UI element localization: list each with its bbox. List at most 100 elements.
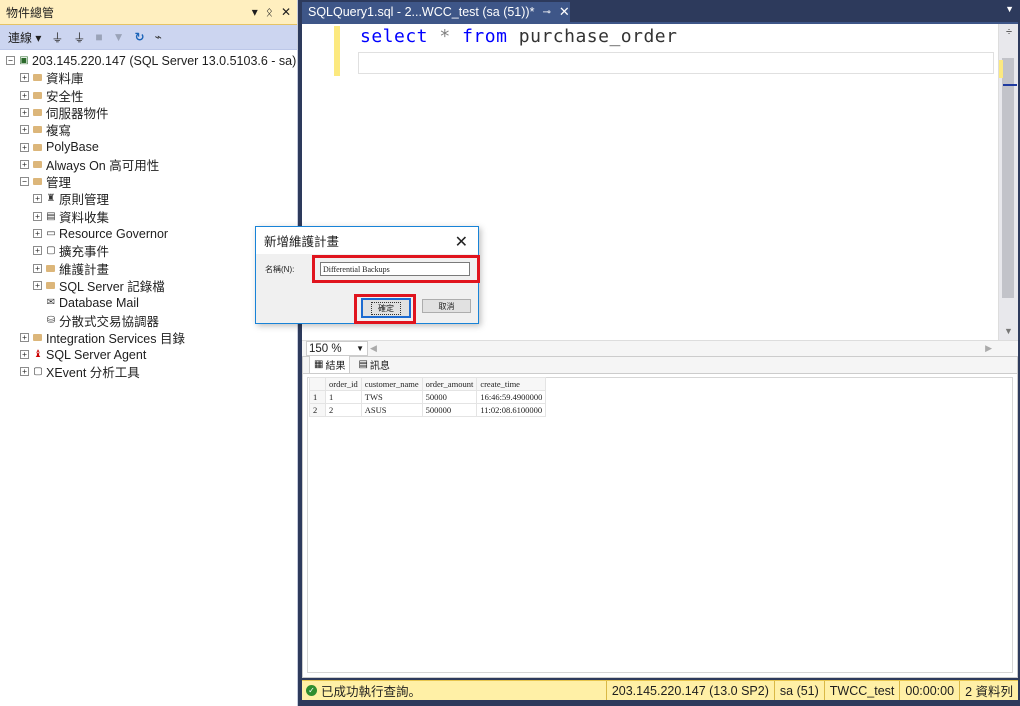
expand-icon[interactable]: +	[20, 142, 29, 152]
server-icon: ▣	[19, 55, 29, 66]
close-icon[interactable]: ✕	[455, 232, 468, 252]
status-server: 203.145.220.147 (13.0 SP2)	[605, 681, 774, 700]
keyword-select: select	[360, 26, 429, 47]
column-header[interactable]: order_id	[325, 377, 362, 391]
tree-node[interactable]: + ▤ 資料收集	[33, 208, 109, 225]
expand-icon[interactable]: +	[20, 90, 29, 100]
expand-icon[interactable]: +	[33, 194, 42, 204]
row-number[interactable]: 2	[309, 403, 326, 417]
tree-node[interactable]: + Always On 高可用性	[20, 156, 159, 173]
tree-node[interactable]: + 資料庫	[20, 69, 84, 86]
expand-icon[interactable]: +	[20, 125, 29, 135]
panel-close-icon[interactable]: ✕	[281, 5, 291, 19]
status-rows: 2 資料列	[959, 681, 1018, 700]
name-field-highlight-box	[312, 255, 480, 283]
expand-icon[interactable]: +	[20, 350, 29, 360]
tree-node[interactable]: + 安全性	[20, 87, 84, 104]
tab-pin-icon[interactable]: ⊸	[542, 7, 550, 18]
tree-node[interactable]: + ▢ XEvent 分析工具	[20, 363, 140, 380]
results-grid[interactable]: order_id customer_name order_amount crea…	[309, 377, 547, 417]
tree-node[interactable]: + SQL Server 記錄檔	[33, 277, 165, 294]
tree-node[interactable]: + ♜ 原則管理	[33, 190, 109, 207]
xevent-icon: ▢	[33, 366, 43, 378]
connect-plug-icon[interactable]: ⏚	[51, 29, 63, 46]
expand-icon[interactable]: +	[33, 280, 42, 290]
refresh-icon[interactable]: ↻	[135, 30, 145, 44]
column-header[interactable]: customer_name	[360, 377, 423, 391]
zoom-select[interactable]: 150 % ▼	[306, 341, 368, 356]
tree-node[interactable]: ⛁ 分散式交易協調器	[33, 312, 159, 329]
tab-messages[interactable]: ▤ 訊息	[354, 356, 393, 373]
tree-node[interactable]: + ♝ SQL Server Agent	[20, 346, 146, 363]
table-cell[interactable]: 2	[325, 403, 362, 417]
scrollbar-thumb[interactable]	[1002, 58, 1014, 298]
table-cell[interactable]: 1	[325, 390, 362, 404]
tree-node-label: Integration Services 目錄	[46, 331, 185, 346]
table-cell[interactable]: 500000	[421, 403, 478, 417]
tree-node[interactable]: − ▣ 203.145.220.147 (SQL Server 13.0.5103.…	[6, 52, 296, 69]
tab-sqlquery1[interactable]: SQLQuery1.sql - 2...WCC_test (sa (51))* …	[302, 2, 570, 22]
table-cell[interactable]: 50000	[421, 390, 478, 404]
panel-dropdown-icon[interactable]: ▾	[252, 5, 258, 19]
code-line-1[interactable]: select * from purchase_order	[360, 26, 677, 47]
tree-node[interactable]: + Integration Services 目錄	[20, 329, 185, 346]
column-header[interactable]: order_amount	[421, 377, 478, 391]
expand-icon[interactable]: +	[33, 211, 42, 221]
editor-vertical-scrollbar[interactable]: ÷ ▼	[998, 24, 1018, 340]
collapse-icon[interactable]: −	[6, 56, 15, 65]
expand-icon[interactable]: +	[33, 229, 42, 238]
status-elapsed: 00:00:00	[899, 681, 959, 700]
tree-node[interactable]: + ▢ 擴充事件	[33, 242, 109, 259]
table-cell[interactable]: TWS	[360, 390, 423, 404]
panel-pin-icon[interactable]: ᛟ	[266, 5, 273, 19]
table-row[interactable]: 2 2 ASUS 500000 11:02:08.6100000	[309, 403, 547, 417]
table-cell[interactable]: ASUS	[360, 403, 423, 417]
expand-icon[interactable]: +	[33, 246, 42, 256]
dialog-title-bar: 新增維護計畫	[256, 227, 478, 254]
scroll-down-icon[interactable]: ▼	[1004, 326, 1013, 336]
expand-icon[interactable]: +	[20, 73, 29, 83]
disconnect-plug-icon[interactable]: ⏚	[73, 29, 85, 46]
results-grid-frame	[307, 377, 1013, 673]
tree-node[interactable]: ✉ Database Mail	[33, 294, 139, 311]
tab-close-icon[interactable]: ✕	[559, 4, 570, 20]
tab-results[interactable]: ▦ 結果	[309, 355, 351, 373]
tab-list-dropdown-icon[interactable]: ▼	[1005, 4, 1014, 14]
tree-node[interactable]: + ▭ Resource Governor	[33, 225, 168, 242]
tree-node[interactable]: − 管理	[20, 173, 71, 190]
table-cell[interactable]: 11:02:08.6100000	[476, 403, 547, 417]
expand-icon[interactable]: +	[20, 332, 29, 342]
table-row[interactable]: 1 1 TWS 50000 16:46:59.4900000	[309, 390, 547, 404]
folder-icon	[33, 74, 42, 82]
split-view-icon[interactable]: ÷	[1002, 26, 1016, 40]
tree-node[interactable]: + 複寫	[20, 121, 71, 138]
stop-icon[interactable]: ■	[95, 30, 102, 44]
cancel-button[interactable]: 取消	[422, 299, 471, 313]
expand-icon[interactable]: +	[33, 263, 42, 273]
scroll-left-icon[interactable]: ◀	[370, 343, 377, 354]
tree-node-label: Always On 高可用性	[46, 158, 160, 173]
scroll-right-icon[interactable]: ▶	[985, 343, 992, 354]
expand-icon[interactable]: +	[20, 107, 29, 117]
tree-node-label: XEvent 分析工具	[46, 366, 140, 381]
keyword-from: from	[462, 26, 508, 47]
expand-icon[interactable]: +	[20, 367, 29, 377]
column-header[interactable]: create_time	[476, 377, 547, 391]
zoom-bar: 150 % ▼ ◀ ▶	[302, 340, 1018, 356]
collapse-icon[interactable]: −	[20, 177, 29, 187]
filter-icon[interactable]: ▼	[113, 30, 125, 44]
tree-node[interactable]: + 維護計畫	[33, 260, 109, 277]
ok-button-highlight-box	[354, 294, 416, 324]
object-explorer-toolbar: 連線 ▾ ⏚ ⏚ ■ ▼ ↻ ⌁	[0, 25, 297, 50]
activity-monitor-icon[interactable]: ⌁	[155, 30, 162, 44]
table-cell[interactable]: 16:46:59.4900000	[476, 390, 547, 404]
expand-icon[interactable]: +	[20, 159, 29, 169]
tree-node-label: 203.145.220.147 (SQL Server 13.0.5103.6 …	[32, 53, 297, 68]
tree-node-label: PolyBase	[46, 140, 99, 154]
document-tab-bar: SQLQuery1.sql - 2...WCC_test (sa (51))* …	[302, 0, 1020, 22]
tree-node[interactable]: + 伺服器物件	[20, 104, 109, 121]
row-number[interactable]: 1	[309, 390, 326, 404]
tree-node[interactable]: + PolyBase	[20, 139, 99, 156]
connect-dropdown-button[interactable]: 連線 ▾	[8, 29, 41, 46]
